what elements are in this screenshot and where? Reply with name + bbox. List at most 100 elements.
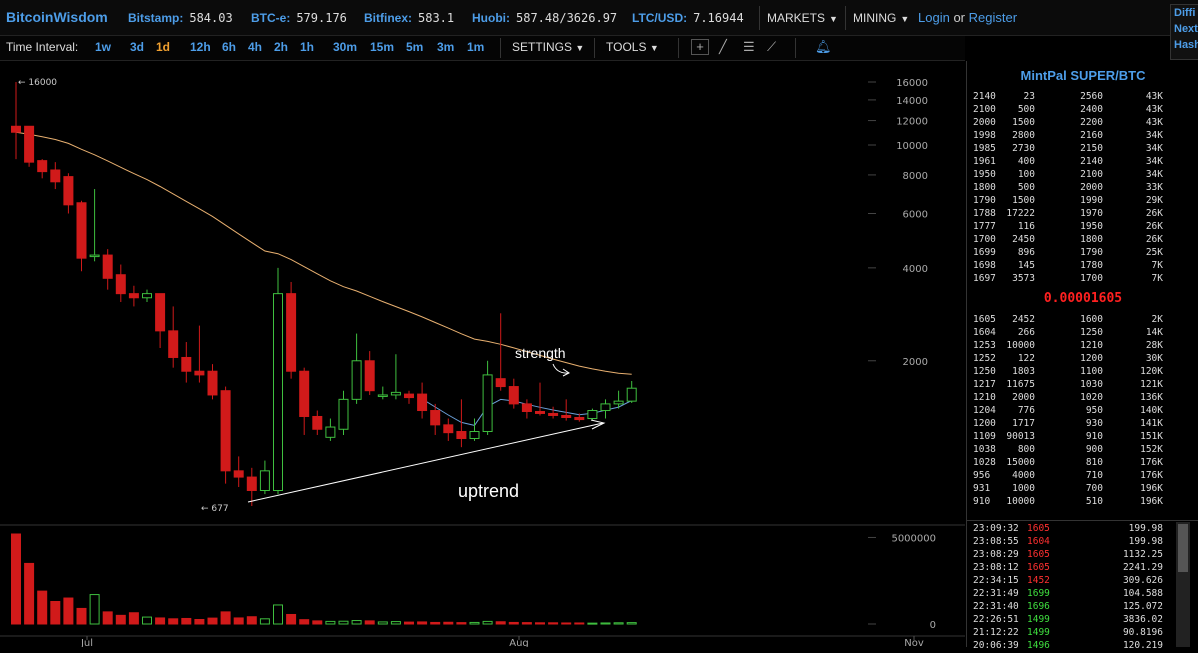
ticker-bitstamp[interactable]: Bitstamp: 584.03: [128, 11, 233, 25]
volume-bar: [338, 620, 349, 625]
candle-down: [37, 160, 48, 173]
orderbook-cell: 710: [1085, 470, 1103, 481]
ask-row[interactable]: 1998 2800 2160 34K: [973, 130, 1163, 143]
bell-icon[interactable]: 🔔︎: [815, 39, 832, 55]
register-link[interactable]: Register: [969, 10, 1017, 25]
ticker-ltcusd[interactable]: LTC/USD: 7.16944: [632, 11, 744, 25]
login-link[interactable]: Login: [918, 10, 950, 25]
bid-row[interactable]: 1200 1717 930 141K: [973, 418, 1163, 431]
ask-row[interactable]: 1800 500 2000 33K: [973, 182, 1163, 195]
orderbook-cell: 1698: [973, 260, 996, 271]
volume-bar: [194, 619, 205, 625]
ask-row[interactable]: 2100 500 2400 43K: [973, 104, 1163, 117]
ask-row[interactable]: 2000 1500 2200 43K: [973, 117, 1163, 130]
ask-row[interactable]: 1777 116 1950 26K: [973, 221, 1163, 234]
interval-5m[interactable]: 5m: [406, 40, 423, 54]
brand-logo[interactable]: BitcoinWisdom: [6, 9, 108, 25]
orderbook-cell: 28K: [1145, 340, 1163, 351]
bid-row[interactable]: 1109 90013 910 151K: [973, 431, 1163, 444]
ticker-btce[interactable]: BTC-e: 579.176: [251, 11, 347, 25]
bid-row[interactable]: 1028 15000 810 176K: [973, 457, 1163, 470]
trade-price: 1604: [1027, 536, 1050, 547]
volume-bar: [142, 616, 152, 625]
trade-price: 1605: [1027, 549, 1050, 560]
interval-12h[interactable]: 12h: [190, 40, 211, 54]
interval-1w[interactable]: 1w: [95, 40, 111, 54]
orderbook-panel: MintPal SUPER/BTC 2140 23 2560 43K 2100 500 24…: [966, 61, 1198, 651]
interval-3m[interactable]: 3m: [437, 40, 454, 54]
trade-amount: 90.8196: [1122, 627, 1163, 638]
ticker-huobi[interactable]: Huobi: 587.48/3626.97: [472, 11, 617, 25]
interval-4h[interactable]: 4h: [248, 40, 262, 54]
chart-canvas[interactable]: 16000 14000 12000 10000 8000 6000 4000 2000 500…: [0, 61, 965, 647]
bid-row[interactable]: 1605 2452 1600 2K: [973, 314, 1163, 327]
line-draw-icon[interactable]: ╱: [719, 39, 727, 55]
orderbook-cell: 1790: [973, 195, 996, 206]
bid-row[interactable]: 1604 266 1250 14K: [973, 327, 1163, 340]
interval-2h[interactable]: 2h: [274, 40, 288, 54]
scrollbar-thumb[interactable]: [1178, 524, 1188, 572]
candle-down: [11, 125, 21, 133]
ask-row[interactable]: 1790 1500 1990 29K: [973, 195, 1163, 208]
interval-15m[interactable]: 15m: [370, 40, 394, 54]
bid-row[interactable]: 1217 11675 1030 121K: [973, 379, 1163, 392]
time-tick-label: Jul: [80, 638, 93, 647]
bid-row[interactable]: 1253 10000 1210 28K: [973, 340, 1163, 353]
interval-3d[interactable]: 3d: [130, 40, 144, 54]
orderbook-cell: 34K: [1145, 130, 1163, 141]
orderbook-cell: 2800: [1012, 130, 1035, 141]
candle-down: [168, 330, 179, 358]
ask-row[interactable]: 1699 896 1790 25K: [973, 247, 1163, 260]
trade-amount: 199.98: [1128, 536, 1163, 547]
candle-down: [574, 417, 585, 421]
ask-row[interactable]: 1985 2730 2150 34K: [973, 143, 1163, 156]
fibonacci-icon[interactable]: ⟋: [767, 39, 776, 55]
bid-row[interactable]: 1210 2000 1020 136K: [973, 392, 1163, 405]
orderbook-cell: 1217: [973, 379, 996, 390]
orderbook-cell: 30K: [1145, 353, 1163, 364]
ticker-bitfinex[interactable]: Bitfinex: 583.1: [364, 11, 454, 25]
markets-menu[interactable]: MARKETS ▼: [767, 11, 838, 25]
interval-1m[interactable]: 1m: [467, 40, 484, 54]
ask-row[interactable]: 1788 17222 1970 26K: [973, 208, 1163, 221]
ask-row[interactable]: 1698 145 1780 7K: [973, 260, 1163, 273]
settings-menu[interactable]: SETTINGS ▼: [512, 40, 584, 54]
orderbook-cell: 176K: [1140, 457, 1163, 468]
network-stats-box[interactable]: Diffi Next Hash: [1170, 4, 1198, 60]
orderbook-cell: 910: [973, 496, 991, 507]
orderbook-title[interactable]: MintPal SUPER/BTC: [967, 68, 1198, 83]
orderbook-cell: 176K: [1140, 470, 1163, 481]
bid-row[interactable]: 1204 776 950 140K: [973, 405, 1163, 418]
interval-1d[interactable]: 1d: [156, 40, 170, 54]
interval-6h[interactable]: 6h: [222, 40, 236, 54]
bid-row[interactable]: 1038 800 900 152K: [973, 444, 1163, 457]
orderbook-cell: 1777: [973, 221, 996, 232]
price-chart[interactable]: 16000 14000 12000 10000 8000 6000 4000 2000 500…: [0, 61, 965, 647]
candle-down: [521, 403, 532, 412]
ask-row[interactable]: 1961 400 2140 34K: [973, 156, 1163, 169]
bid-row[interactable]: 910 10000 510 196K: [973, 496, 1163, 509]
ask-row[interactable]: 2140 23 2560 43K: [973, 91, 1163, 104]
bid-row[interactable]: 956 4000 710 176K: [973, 470, 1163, 483]
ask-row[interactable]: 1700 2450 1800 26K: [973, 234, 1163, 247]
bid-row[interactable]: 1250 1803 1100 120K: [973, 366, 1163, 379]
ask-row[interactable]: 1697 3573 1700 7K: [973, 273, 1163, 286]
trade-time: 22:31:40: [973, 601, 1019, 612]
interval-30m[interactable]: 30m: [333, 40, 357, 54]
tools-menu[interactable]: TOOLS ▼: [606, 40, 659, 54]
mining-menu[interactable]: MINING ▼: [853, 11, 909, 25]
orderbook-cell: 1800: [973, 182, 996, 193]
orderbook-cell: 1200: [1080, 353, 1103, 364]
bid-row[interactable]: 931 1000 700 196K: [973, 483, 1163, 496]
orderbook-cell: 266: [1017, 327, 1035, 338]
volume-bar: [390, 621, 401, 625]
interval-1h[interactable]: 1h: [300, 40, 314, 54]
orderbook-cell: 29K: [1145, 195, 1163, 206]
ask-row[interactable]: 1950 100 2100 34K: [973, 169, 1163, 182]
orderbook-cell: 2000: [973, 117, 996, 128]
horizontal-lines-icon[interactable]: ☰: [743, 39, 755, 55]
trade-scrollbar[interactable]: [1176, 522, 1190, 647]
crosshair-icon[interactable]: +: [691, 39, 709, 55]
orderbook-cell: 1210: [1080, 340, 1103, 351]
bid-row[interactable]: 1252 122 1200 30K: [973, 353, 1163, 366]
